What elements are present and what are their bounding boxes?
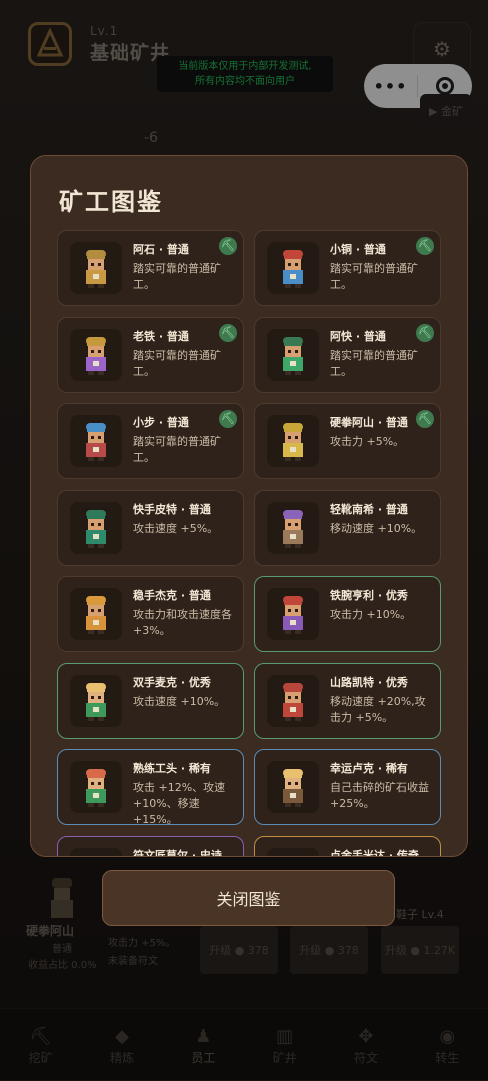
miner-description: 移动速度 +20%,攻击力 +5%。 xyxy=(330,694,426,724)
miner-description: 攻击力和攻击速度各 +3%。 xyxy=(133,608,232,637)
miner-portrait xyxy=(267,761,319,813)
miner-card[interactable]: 符文匠莫尔 · 史诗 xyxy=(57,835,244,857)
miner-description: 踏实可靠的普通矿工。 xyxy=(133,262,221,291)
miner-portrait xyxy=(267,415,319,467)
miner-name: 快手皮特 · 普通 xyxy=(133,502,211,516)
miner-card[interactable]: 双手麦克 · 优秀攻击速度 +10%。 xyxy=(57,662,244,739)
miner-portrait xyxy=(70,847,122,856)
miner-name: 熟练工头 · 稀有 xyxy=(133,762,211,775)
miner-description: 自己击碎的矿石收益 +25%。 xyxy=(330,781,429,810)
miner-card[interactable]: 阿快 · 普通踏实可靠的普通矿工。 ⛏ xyxy=(254,316,441,393)
miner-portrait xyxy=(267,674,319,727)
miner-card[interactable]: 快手皮特 · 普通 攻击速度 +5%。 xyxy=(57,489,244,566)
miner-description: 踏实可靠的普通矿工。 xyxy=(330,262,418,291)
miner-card[interactable]: 小铜 · 普通踏实可靠的普通矿工。 ⛏ xyxy=(254,230,441,306)
miner-sprite-icon xyxy=(283,682,303,721)
miner-description: 攻击速度 +10%。 xyxy=(133,694,226,708)
miner-card[interactable]: 幸运卢克 · 稀有自己击碎的矿石收益 +25%。 xyxy=(254,749,441,825)
miner-sprite-icon xyxy=(86,596,106,634)
miner-sprite-icon xyxy=(283,769,303,807)
miner-name: 符文匠莫尔 · 史诗 xyxy=(133,848,222,857)
miner-sprite-icon xyxy=(283,423,303,461)
miner-name: 点金手米达 · 传奇 xyxy=(330,848,419,857)
miner-name: 稳手杰克 · 普通 xyxy=(133,589,211,602)
miner-sprite-icon xyxy=(86,509,106,548)
pickaxe-badge-icon: ⛏ xyxy=(416,323,434,342)
miner-name: 山路凯特 · 优秀 xyxy=(330,675,408,689)
miner-card[interactable]: 山路凯特 · 优秀移动速度 +20%,攻击力 +5%。 xyxy=(254,662,441,739)
miner-sprite-icon xyxy=(86,336,106,375)
pickaxe-badge-icon: ⛏ xyxy=(219,237,237,255)
miner-name: 小步 · 普通 xyxy=(133,416,189,429)
miner-sprite-icon xyxy=(86,250,106,288)
miner-card[interactable]: 小步 · 普通踏实可靠的普通矿工。 ⛏ xyxy=(57,403,244,479)
miner-sprite-icon xyxy=(283,336,303,375)
miner-portrait xyxy=(70,588,122,640)
miner-sprite-icon xyxy=(86,423,106,461)
miner-portrait xyxy=(70,242,122,294)
miner-name: 小铜 · 普通 xyxy=(330,243,386,256)
modal-title: 矿工图鉴 xyxy=(59,188,163,216)
miner-card[interactable]: 老铁 · 普通踏实可靠的普通矿工。 ⛏ xyxy=(57,316,244,393)
miner-name: 双手麦克 · 优秀 xyxy=(133,675,211,689)
miner-card[interactable]: 稳手杰克 · 普通攻击力和攻击速度各 +3%。 xyxy=(57,576,244,652)
miner-portrait xyxy=(70,761,122,813)
miner-sprite-icon xyxy=(86,682,106,721)
miner-description: 踏实可靠的普通矿工。 xyxy=(133,435,221,464)
miner-sprite-icon xyxy=(88,855,104,856)
miner-name: 硬拳阿山 · 普通 xyxy=(330,416,408,429)
miner-card[interactable]: 铁腕亨利 · 优秀 攻击力 +10%。 xyxy=(254,576,441,652)
miner-portrait xyxy=(267,242,319,294)
miner-description: 踏实可靠的普通矿工。 xyxy=(133,348,221,378)
miner-sprite-icon xyxy=(283,250,303,288)
miner-portrait xyxy=(70,501,122,554)
pickaxe-badge-icon: ⛏ xyxy=(219,410,237,428)
miner-name: 轻靴南希 · 普通 xyxy=(330,502,408,516)
miner-name: 幸运卢克 · 稀有 xyxy=(330,762,408,775)
miner-name: 老铁 · 普通 xyxy=(133,329,189,343)
miner-card[interactable]: 阿石 · 普通踏实可靠的普通矿工。 ⛏ xyxy=(57,230,244,306)
miner-sprite-icon xyxy=(285,855,301,856)
miner-name: 铁腕亨利 · 优秀 xyxy=(330,589,408,602)
miner-description: 攻击力 +5%。 xyxy=(330,435,405,448)
pickaxe-badge-icon: ⛏ xyxy=(416,410,434,428)
miner-description: 攻击 +12%、攻速 +10%、移速 +15%。 xyxy=(133,781,226,826)
miner-description: 攻击速度 +5%。 xyxy=(133,521,219,535)
miner-portrait xyxy=(70,415,122,467)
pickaxe-badge-icon: ⛏ xyxy=(219,323,237,342)
miner-name: 阿石 · 普通 xyxy=(133,243,189,256)
miner-portrait xyxy=(267,501,319,554)
miner-card[interactable]: 硬拳阿山 · 普通 攻击力 +5%。 ⛏ xyxy=(254,403,441,479)
miner-portrait xyxy=(267,588,319,640)
miner-portrait xyxy=(70,328,122,381)
close-codex-button[interactable]: 关闭图鉴 xyxy=(102,870,395,926)
miner-sprite-icon xyxy=(283,509,303,548)
miner-portrait xyxy=(70,674,122,727)
miner-description: 攻击力 +10%。 xyxy=(330,608,412,621)
miner-description: 移动速度 +10%。 xyxy=(330,521,423,535)
miner-name: 阿快 · 普通 xyxy=(330,329,386,343)
miner-card[interactable]: 轻靴南希 · 普通移动速度 +10%。 xyxy=(254,489,441,566)
miner-card[interactable]: 熟练工头 · 稀有攻击 +12%、攻速 +10%、移速 +15%。 xyxy=(57,749,244,826)
miner-description: 踏实可靠的普通矿工。 xyxy=(330,348,418,378)
miner-portrait xyxy=(267,847,319,856)
pickaxe-badge-icon: ⛏ xyxy=(416,237,434,255)
miner-card[interactable]: 点金手米达 · 传奇 xyxy=(254,835,441,857)
miner-sprite-icon xyxy=(86,769,106,807)
miner-portrait xyxy=(267,328,319,381)
miner-sprite-icon xyxy=(283,596,303,634)
miner-codex-modal: 矿工图鉴 阿石 · 普通 踏实可靠的普通矿工。 ⛏ 小铜 · 普通 踏实可靠的普通矿工。… xyxy=(30,155,468,857)
